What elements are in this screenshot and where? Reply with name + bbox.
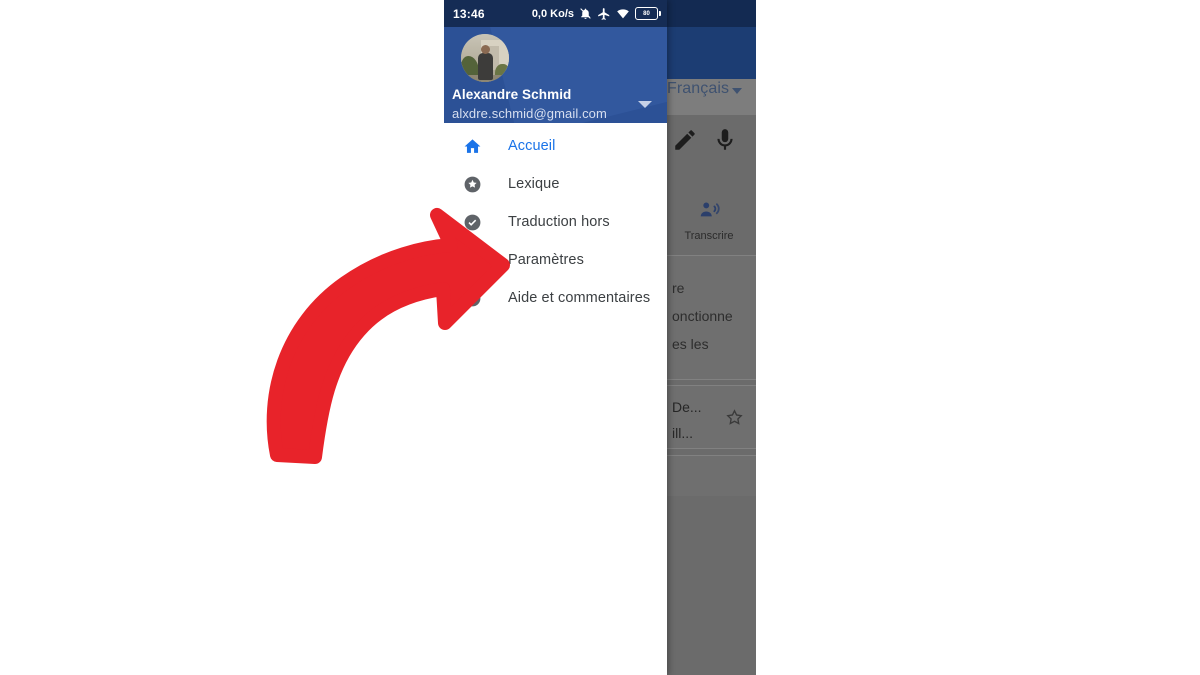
sidebar-item-aide-et-commentaires[interactable]: Aide et commentaires [444,279,667,317]
sidebar-item-label: Aide et commentaires [508,290,651,306]
person-speaking-icon [698,199,720,226]
navigation-drawer: 13:46 0,0 Ko/s 80 Alexandre Schmid alxdr… [444,0,667,675]
home-icon [462,136,482,156]
account-name: Alexandre Schmid [452,87,572,102]
card-line: es les [672,336,709,352]
sidebar-item-label: Paramètres [508,252,584,268]
card-line: re [672,280,685,296]
sidebar-item-traduction-hors[interactable]: Traduction hors [444,203,667,241]
bell-muted-icon [579,7,592,20]
help-circle-icon [462,288,482,308]
gear-icon [462,250,482,270]
star-circle-icon [462,174,482,194]
status-bar-time: 13:46 [453,6,485,21]
battery-level: 80 [643,10,650,17]
sidebar-item-parametres[interactable]: Paramètres [444,241,667,279]
drawer-account-header[interactable]: Alexandre Schmid alxdre.schmid@gmail.com [444,27,667,123]
sidebar-item-lexique[interactable]: Lexique [444,165,667,203]
microphone-icon[interactable] [712,127,738,153]
chevron-down-icon[interactable] [638,101,652,108]
translation-card[interactable]: re onctionne es les [666,255,756,380]
history-card-partial[interactable] [666,455,756,496]
sidebar-item-accueil[interactable]: Accueil [444,127,667,165]
check-circle-icon [462,212,482,232]
account-email: alxdre.schmid@gmail.com [452,106,607,121]
sidebar-item-label: Accueil [508,138,556,154]
translation-card-text: re onctionne es les [672,274,733,358]
sidebar-item-label: Lexique [508,176,560,192]
card-line: ill... [672,425,693,441]
history-card[interactable]: De... ill... [666,385,756,449]
card-line: onctionne [672,308,733,324]
airplane-icon [597,7,611,21]
transcribe-button[interactable]: Transcrire [666,193,752,247]
target-language-selector[interactable]: Français [667,80,743,98]
avatar-person-body [478,53,493,80]
avatar-person-head [481,45,490,54]
star-outline-icon[interactable] [725,408,744,427]
status-bar-icons: 0,0 Ko/s 80 [531,7,661,21]
screenshot-canvas: Français Transcrire re onctionne es les … [0,0,1200,675]
caret-down-icon [732,87,743,94]
phone-screen: Français Transcrire re onctionne es les … [444,0,756,675]
battery-icon: 80 [635,7,661,20]
target-language-label: Français [667,80,730,97]
wifi-icon [616,7,630,21]
drawer-nav-list: Accueil Lexique Traduction hors Paramètr… [444,127,667,317]
data-rate-label: 0,0 Ko/s [531,7,574,20]
history-card-text: De... ill... [672,394,702,446]
pen-icon[interactable] [672,127,698,153]
avatar[interactable] [461,34,509,82]
card-line: De... [672,399,702,415]
sidebar-item-label: Traduction hors [508,214,610,230]
transcribe-label: Transcrire [684,229,734,242]
status-bar: 13:46 0,0 Ko/s 80 [444,0,667,27]
